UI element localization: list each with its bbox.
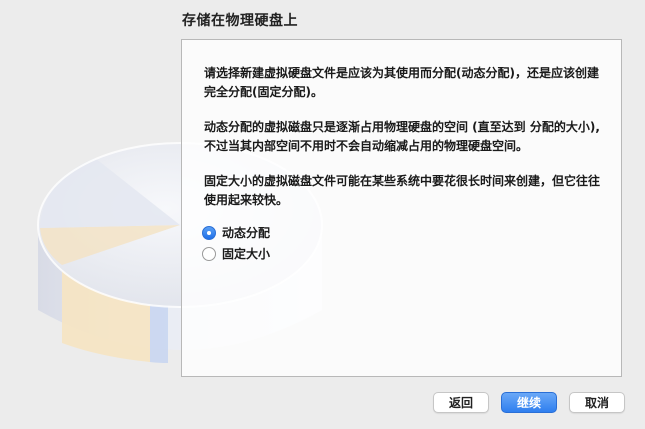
radio-option-dynamic[interactable]: 动态分配: [202, 222, 270, 243]
radio-label-fixed: 固定大小: [222, 247, 271, 261]
content-panel: 请选择新建虚拟硬盘文件是应该为其使用而分配(动态分配)，还是应该创建完全分配(固…: [181, 39, 622, 377]
description-paragraph: 请选择新建虚拟硬盘文件是应该为其使用而分配(动态分配)，还是应该创建完全分配(固…: [204, 66, 599, 99]
fixed-size-description: 固定大小的虚拟磁盘文件可能在某些系统中要花很长时间来创建，但它往往使用起来较快。: [204, 174, 601, 207]
dynamic-allocation-description: 动态分配的虚拟磁盘只是逐渐占用物理硬盘的空间 (直至达到 分配的大小), 不过当…: [204, 120, 600, 153]
radio-label-dynamic: 动态分配: [222, 226, 271, 240]
radio-selected-icon[interactable]: [202, 225, 216, 240]
cancel-button[interactable]: 取消: [569, 392, 625, 413]
radio-unselected-icon[interactable]: [202, 246, 216, 261]
radio-option-fixed[interactable]: 固定大小: [202, 243, 270, 264]
continue-button[interactable]: 继续: [501, 392, 557, 413]
page-title: 存储在物理硬盘上: [182, 13, 298, 29]
wizard-window: 存储在物理硬盘上 请选择新建虚拟硬盘文件是应该为其使用而分配(动态分配)，还是应…: [0, 0, 645, 429]
allocation-radio-group: 动态分配 固定大小: [202, 222, 270, 264]
back-button[interactable]: 返回: [433, 392, 489, 413]
